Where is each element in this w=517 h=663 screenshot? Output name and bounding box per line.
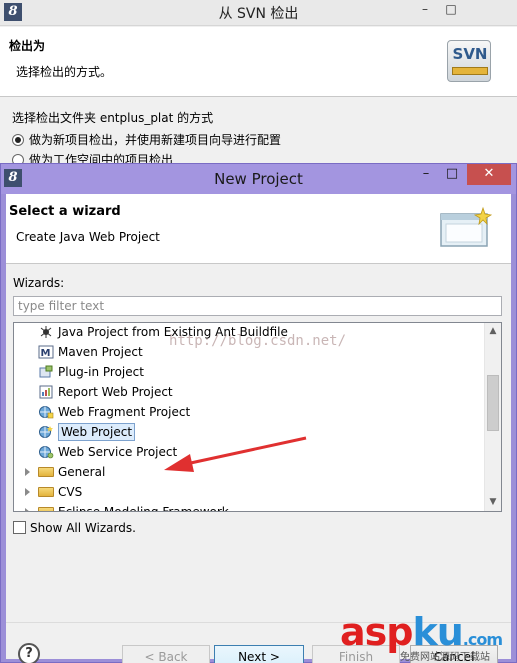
folder-icon bbox=[38, 507, 54, 511]
red-annotation-arrow bbox=[164, 436, 307, 472]
svn-header-banner: 检出为 选择检出的方式。 SVN bbox=[0, 27, 517, 97]
web-project-icon bbox=[39, 426, 53, 438]
maven-icon: M bbox=[38, 345, 54, 359]
report-icon bbox=[39, 385, 53, 399]
next-button[interactable]: Next > bbox=[214, 645, 304, 663]
svn-logo-icon: SVN bbox=[447, 40, 491, 82]
svn-logo-text: SVN bbox=[452, 45, 488, 63]
wizard-filter-input[interactable] bbox=[13, 296, 502, 316]
expand-arrow-icon[interactable] bbox=[25, 508, 30, 511]
tree-item-label: Plug-in Project bbox=[58, 365, 144, 379]
new-project-title-bar[interactable]: 8 New Project – □ ✕ bbox=[1, 164, 516, 194]
aspku-com-text: .com bbox=[462, 630, 503, 649]
maximize-button[interactable]: □ bbox=[438, 0, 464, 20]
wizards-label: Wizards: bbox=[13, 276, 65, 290]
new-project-dialog: 8 New Project – □ ✕ Select a wizard Crea… bbox=[0, 163, 517, 663]
web-fragment-icon bbox=[39, 406, 54, 419]
svn-checkout-dialog: 8 从 SVN 检出 – □ 检出为 选择检出的方式。 SVN 选择检出文件夹 … bbox=[0, 0, 517, 167]
tree-item-label: Report Web Project bbox=[58, 385, 173, 399]
tree-item-plugin-project[interactable]: Plug-in Project bbox=[14, 362, 484, 382]
tree-item-emf-folder[interactable]: Eclipse Modeling Framework bbox=[14, 502, 484, 512]
svg-text:M: M bbox=[41, 348, 51, 359]
checkout-prompt: 选择检出文件夹 entplus_plat 的方式 bbox=[12, 111, 214, 125]
checkout-option-label: 做为新项目检出，并使用新建项目向导进行配置 bbox=[29, 133, 282, 147]
tree-item-label: Web Project bbox=[58, 423, 136, 441]
folder-icon bbox=[38, 487, 54, 497]
radio-selected-icon[interactable] bbox=[12, 134, 24, 146]
aspku-subtitle: 免费网站源码下载站 bbox=[400, 652, 490, 663]
expand-arrow-icon[interactable] bbox=[25, 468, 30, 476]
svn-header-title: 检出为 bbox=[9, 39, 46, 53]
web-service-icon bbox=[39, 446, 54, 459]
checkout-option-new-project[interactable]: 做为新项目检出，并使用新建项目向导进行配置 bbox=[12, 131, 281, 148]
plugin-icon bbox=[39, 365, 53, 378]
new-project-content: Select a wizard Create Java Web Project … bbox=[6, 194, 511, 663]
tree-item-label: General bbox=[58, 465, 106, 479]
maximize-button[interactable]: □ bbox=[439, 164, 465, 185]
tree-item-maven-project[interactable]: M Maven Project bbox=[14, 342, 484, 362]
tree-item-label: Java Project from Existing Ant Buildfile bbox=[58, 325, 288, 339]
checkbox-icon[interactable] bbox=[13, 521, 26, 534]
show-all-wizards-label: Show All Wizards. bbox=[30, 521, 136, 535]
ant-buildfile-icon bbox=[40, 326, 52, 338]
minimize-button[interactable]: – bbox=[412, 0, 438, 20]
help-icon[interactable]: ? bbox=[18, 643, 40, 663]
wizard-header-description: Create Java Web Project bbox=[16, 230, 160, 244]
wizard-header-banner: Select a wizard Create Java Web Project bbox=[6, 194, 511, 264]
show-all-wizards-checkbox[interactable]: Show All Wizards. bbox=[13, 521, 136, 535]
wizard-header-title: Select a wizard bbox=[9, 204, 121, 219]
folder-icon bbox=[38, 467, 54, 477]
tree-item-label: Web Fragment Project bbox=[58, 405, 191, 419]
tree-item-ant-buildfile[interactable]: Java Project from Existing Ant Buildfile bbox=[14, 323, 484, 342]
back-button[interactable]: < Back bbox=[122, 645, 210, 663]
close-button[interactable]: ✕ bbox=[467, 164, 511, 185]
tree-item-web-fragment-project[interactable]: Web Fragment Project bbox=[14, 402, 484, 422]
scrollbar-thumb[interactable] bbox=[487, 375, 499, 431]
tree-item-label: CVS bbox=[58, 485, 83, 499]
tree-scrollbar[interactable]: ▲ ▼ bbox=[484, 323, 501, 511]
svn-header-description: 选择检出的方式。 bbox=[16, 65, 113, 79]
tree-item-cvs-folder[interactable]: CVS bbox=[14, 482, 484, 502]
tree-item-label: Eclipse Modeling Framework bbox=[58, 505, 229, 512]
tree-item-label: Maven Project bbox=[58, 345, 143, 359]
scroll-down-arrow-icon[interactable]: ▼ bbox=[485, 494, 501, 511]
scroll-up-arrow-icon[interactable]: ▲ bbox=[485, 323, 501, 340]
svn-title-bar: 8 从 SVN 检出 – □ bbox=[0, 0, 517, 26]
aspku-watermark-logo: aspku.com 免费网站源码下载站 bbox=[340, 610, 517, 663]
minimize-button[interactable]: – bbox=[413, 164, 439, 185]
new-wizard-icon bbox=[440, 206, 493, 247]
expand-arrow-icon[interactable] bbox=[25, 488, 30, 496]
tree-item-report-web-project[interactable]: Report Web Project bbox=[14, 382, 484, 402]
